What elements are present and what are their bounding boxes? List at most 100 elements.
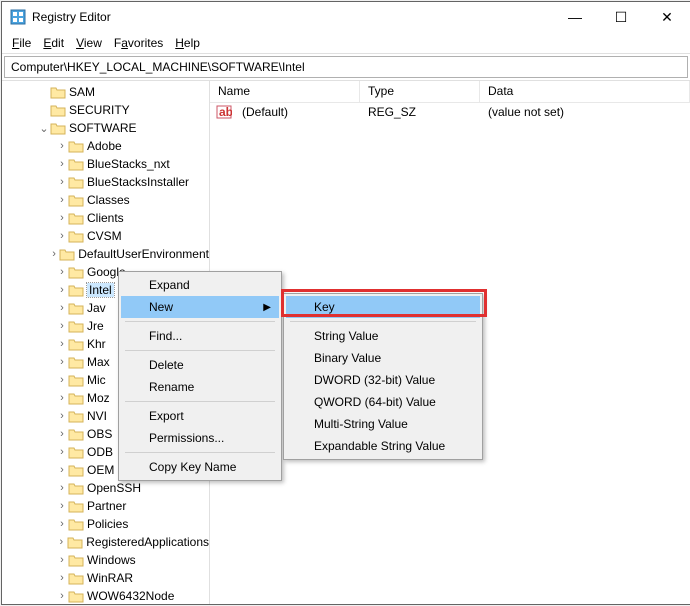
- column-data[interactable]: Data: [480, 81, 690, 102]
- tree-node-wow6432node[interactable]: ›WOW6432Node: [2, 587, 209, 604]
- chevron-right-icon[interactable]: ›: [56, 554, 68, 566]
- chevron-right-icon[interactable]: ›: [56, 266, 68, 278]
- chevron-right-icon[interactable]: ›: [56, 140, 68, 152]
- window-controls: — ☐ ✕: [552, 2, 690, 32]
- menu-view[interactable]: View: [70, 34, 108, 52]
- tree-label: OpenSSH: [87, 481, 141, 495]
- chevron-right-icon[interactable]: ›: [56, 428, 68, 440]
- chevron-right-icon[interactable]: ›: [56, 230, 68, 242]
- chevron-right-icon[interactable]: ›: [56, 518, 68, 530]
- tree-node-registeredapplications[interactable]: ›RegisteredApplications: [2, 533, 209, 551]
- chevron-right-icon[interactable]: ›: [55, 536, 67, 548]
- folder-icon: [68, 481, 84, 495]
- chevron-right-icon[interactable]: ›: [56, 374, 68, 386]
- chevron-right-icon[interactable]: ›: [56, 392, 68, 404]
- chevron-right-icon[interactable]: ›: [56, 320, 68, 332]
- tree-label: CVSM: [87, 229, 122, 243]
- tree-label: Moz: [87, 391, 110, 405]
- chevron-right-icon[interactable]: ›: [56, 500, 68, 512]
- column-name[interactable]: Name: [210, 81, 360, 102]
- folder-icon: [68, 211, 84, 225]
- ctx-new[interactable]: New▶: [121, 296, 279, 318]
- folder-icon: [68, 157, 84, 171]
- chevron-right-icon[interactable]: ›: [56, 194, 68, 206]
- ctx-find[interactable]: Find...: [121, 325, 279, 347]
- tree-label: OBS: [87, 427, 112, 441]
- menu-edit[interactable]: Edit: [37, 34, 70, 52]
- ctx-new-string[interactable]: String Value: [286, 325, 480, 347]
- tree-node-classes[interactable]: ›Classes: [2, 191, 209, 209]
- chevron-right-icon[interactable]: ›: [56, 572, 68, 584]
- value-data: (value not set): [480, 105, 690, 119]
- tree-node-cvsm[interactable]: › CVSM: [2, 227, 209, 245]
- close-button[interactable]: ✕: [644, 2, 690, 32]
- svg-text:ab: ab: [219, 105, 232, 119]
- folder-icon: [68, 229, 84, 243]
- chevron-right-icon[interactable]: ›: [56, 176, 68, 188]
- folder-icon: [50, 103, 66, 117]
- chevron-right-icon[interactable]: ›: [56, 464, 68, 476]
- chevron-right-icon[interactable]: ›: [56, 284, 68, 296]
- menu-favorites[interactable]: Favorites: [108, 34, 169, 52]
- ctx-new-key[interactable]: Key: [286, 296, 480, 318]
- tree-label: DefaultUserEnvironment: [78, 247, 209, 261]
- chevron-down-icon[interactable]: ⌄: [38, 122, 50, 135]
- address-bar[interactable]: Computer\HKEY_LOCAL_MACHINE\SOFTWARE\Int…: [4, 56, 688, 78]
- ctx-copy-key-name[interactable]: Copy Key Name: [121, 456, 279, 478]
- ctx-new-dword[interactable]: DWORD (32-bit) Value: [286, 369, 480, 391]
- tree-label: Partner: [87, 499, 126, 513]
- list-row[interactable]: ab (Default) REG_SZ (value not set): [210, 103, 690, 121]
- chevron-right-icon[interactable]: ›: [56, 410, 68, 422]
- chevron-right-icon[interactable]: ›: [56, 158, 68, 170]
- chevron-right-icon[interactable]: ›: [56, 338, 68, 350]
- ctx-new-binary[interactable]: Binary Value: [286, 347, 480, 369]
- chevron-right-icon[interactable]: ›: [56, 446, 68, 458]
- tree-node-defaultuserenvironment[interactable]: › DefaultUserEnvironment: [2, 245, 209, 263]
- tree-node-bluestacksinstaller[interactable]: ›BlueStacksInstaller: [2, 173, 209, 191]
- chevron-right-icon[interactable]: ›: [49, 248, 59, 260]
- tree-node-winrar[interactable]: ›WinRAR: [2, 569, 209, 587]
- folder-icon: [67, 535, 83, 549]
- ctx-permissions[interactable]: Permissions...: [121, 427, 279, 449]
- tree-label: SECURITY: [69, 103, 130, 117]
- chevron-right-icon[interactable]: ›: [56, 212, 68, 224]
- tree-node-software[interactable]: ⌄SOFTWARE: [2, 119, 209, 137]
- ctx-export[interactable]: Export: [121, 405, 279, 427]
- tree-node-windows[interactable]: ›Windows: [2, 551, 209, 569]
- tree-node-openssh[interactable]: › OpenSSH: [2, 479, 209, 497]
- chevron-right-icon[interactable]: ›: [56, 590, 68, 602]
- chevron-right-icon[interactable]: ›: [56, 482, 68, 494]
- tree-label: ODB: [87, 445, 113, 459]
- menu-file[interactable]: File: [6, 34, 37, 52]
- column-type[interactable]: Type: [360, 81, 480, 102]
- tree-label: Jre: [87, 319, 104, 333]
- tree-node-partner[interactable]: › Partner: [2, 497, 209, 515]
- registry-editor-window: Registry Editor — ☐ ✕ File Edit View Fav…: [1, 1, 690, 605]
- folder-icon: [68, 319, 84, 333]
- chevron-right-icon[interactable]: ›: [56, 302, 68, 314]
- tree-node-policies[interactable]: ›Policies: [2, 515, 209, 533]
- chevron-right-icon[interactable]: ›: [56, 356, 68, 368]
- separator: [290, 321, 476, 322]
- folder-icon: [68, 589, 84, 603]
- tree-node-sam[interactable]: SAM: [2, 83, 209, 101]
- maximize-button[interactable]: ☐: [598, 2, 644, 32]
- ctx-new-qword[interactable]: QWORD (64-bit) Value: [286, 391, 480, 413]
- menu-help[interactable]: Help: [169, 34, 206, 52]
- ctx-expand[interactable]: Expand: [121, 274, 279, 296]
- minimize-button[interactable]: —: [552, 2, 598, 32]
- ctx-new-multistring[interactable]: Multi-String Value: [286, 413, 480, 435]
- ctx-new-expandstring[interactable]: Expandable String Value: [286, 435, 480, 457]
- separator: [125, 401, 275, 402]
- folder-icon: [68, 373, 84, 387]
- folder-icon: [68, 355, 84, 369]
- tree-node-bluestacks-nxt[interactable]: ›BlueStacks_nxt: [2, 155, 209, 173]
- tree-node-security[interactable]: SECURITY: [2, 101, 209, 119]
- folder-icon: [50, 121, 66, 135]
- separator: [125, 452, 275, 453]
- ctx-delete[interactable]: Delete: [121, 354, 279, 376]
- ctx-rename[interactable]: Rename: [121, 376, 279, 398]
- tree-node-adobe[interactable]: ›Adobe: [2, 137, 209, 155]
- list-header: Name Type Data: [210, 81, 690, 103]
- tree-node-clients[interactable]: ›Clients: [2, 209, 209, 227]
